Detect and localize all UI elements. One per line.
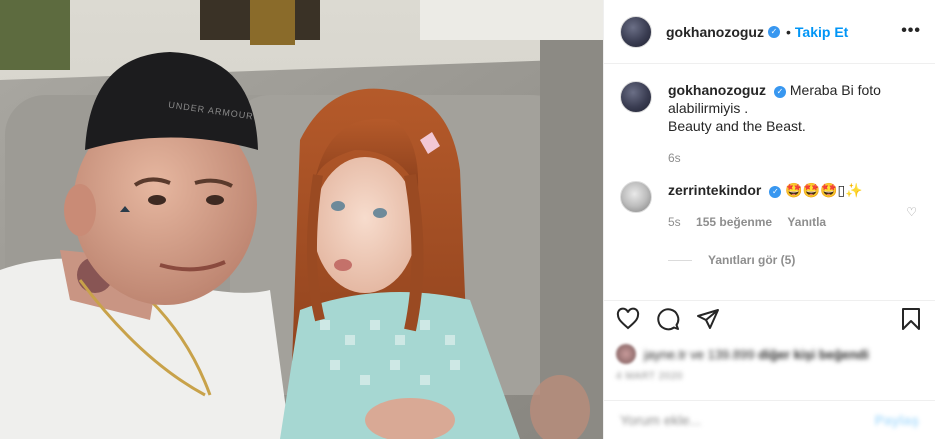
reply-button[interactable]: Yanıtla (787, 215, 826, 229)
caption: gokhanozoguz ✓ Meraba Bi foto alabilirmiy… (620, 81, 919, 167)
post-sidebar: gokhanozoguz ✓ • Takip Et ••• gokhanozog… (603, 0, 935, 439)
action-icons (616, 303, 923, 335)
comment-body: zerrintekindor ✓ 🤩🤩🤩▯✨ 5s 155 beğenme Yan… (668, 181, 908, 231)
comments-list: gokhanozoguz ✓ Meraba Bi foto alabilirmiy… (604, 65, 935, 300)
caption-text-line2: Beauty and the Beast. (668, 118, 806, 134)
follow-button[interactable]: Takip Et (795, 24, 848, 40)
comment-icon[interactable] (656, 307, 680, 331)
caption-avatar[interactable] (620, 81, 652, 113)
comment-item: zerrintekindor ✓ 🤩🤩🤩▯✨ 5s 155 beğenme Yan… (620, 181, 919, 231)
photo-illustration: UNDER ARMOUR (0, 0, 603, 439)
add-comment-bar: Yorum ekle... Paylaş (604, 400, 935, 439)
caption-time[interactable]: 6s (668, 151, 681, 165)
verified-icon: ✓ (768, 25, 780, 38)
caption-body: gokhanozoguz ✓ Meraba Bi foto alabilirmiy… (668, 81, 908, 167)
comment-text: 🤩🤩🤩▯✨ (785, 182, 863, 198)
comment-input[interactable]: Yorum ekle... (620, 412, 701, 428)
comment-meta: 5s 155 beğenme Yanıtla (668, 213, 908, 231)
post-header: gokhanozoguz ✓ • Takip Et ••• (604, 0, 935, 64)
comment-username[interactable]: zerrintekindor (668, 182, 761, 198)
post-actions: jayne.tr ve 139.899 diğer kişi beğendi 4… (604, 300, 935, 382)
comment-likes[interactable]: 155 beğenme (696, 215, 772, 229)
post-date[interactable]: 4 MART 2020 (616, 371, 923, 382)
likes-text: jayne.tr ve 139.899 diğer kişi beğendi (644, 347, 869, 362)
post-modal: UNDER ARMOUR gokhanozoguz ✓ • Takip Et •… (0, 0, 935, 439)
caption-username[interactable]: gokhanozoguz (668, 82, 766, 98)
view-replies[interactable]: Yanıtları gör (5) (668, 253, 919, 267)
likes-rest: diğer kişi beğendi (758, 346, 869, 362)
liker-avatar (616, 344, 636, 364)
replies-divider (668, 259, 692, 261)
separator-dot: • (786, 23, 791, 40)
post-comment-button[interactable]: Paylaş (875, 412, 919, 428)
author-username[interactable]: gokhanozoguz (666, 24, 764, 40)
comment-time[interactable]: 5s (668, 215, 681, 229)
likes-summary[interactable]: jayne.tr ve 139.899 diğer kişi beğendi (616, 343, 923, 365)
comment-avatar[interactable] (620, 181, 652, 213)
heart-icon[interactable] (616, 307, 640, 331)
author-avatar[interactable] (620, 15, 652, 48)
verified-icon: ✓ (774, 86, 786, 98)
verified-icon: ✓ (769, 186, 782, 198)
share-icon[interactable] (696, 307, 720, 331)
comment-like-heart-icon[interactable]: ♡ (906, 205, 917, 219)
more-icon[interactable]: ••• (901, 22, 921, 40)
post-photo[interactable]: UNDER ARMOUR (0, 0, 603, 439)
caption-meta: 6s (668, 149, 908, 167)
likes-who: jayne.tr ve 139.899 (644, 346, 755, 362)
view-replies-label[interactable]: Yanıtları gör (5) (708, 253, 795, 267)
bookmark-icon[interactable] (899, 307, 923, 331)
